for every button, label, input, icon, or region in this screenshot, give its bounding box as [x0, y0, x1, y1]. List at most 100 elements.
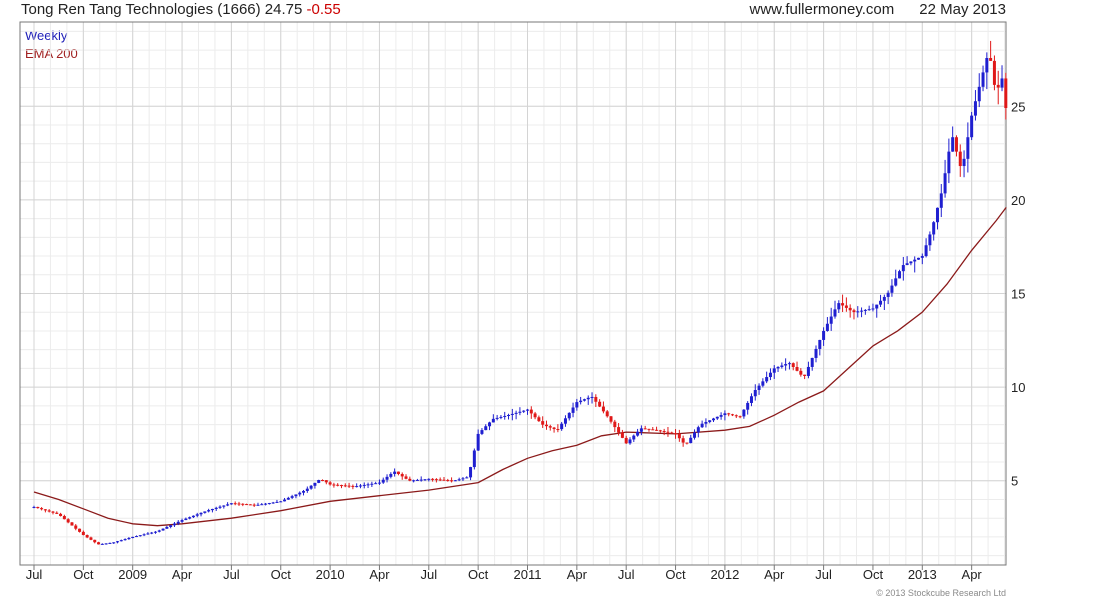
- weekly-candle-body: [996, 84, 1000, 88]
- weekly-candle-body: [533, 413, 537, 418]
- weekly-candle-body: [776, 366, 780, 369]
- weekly-candle-body: [837, 303, 841, 310]
- weekly-candle-body: [70, 522, 74, 526]
- weekly-candle-body: [74, 525, 78, 529]
- weekly-candle-body: [537, 417, 541, 422]
- weekly-candle-body: [522, 410, 526, 412]
- weekly-candle-body: [328, 482, 332, 485]
- weekly-candle-body: [647, 428, 651, 430]
- weekly-candle-body: [917, 257, 921, 260]
- weekly-candle-body: [708, 420, 712, 422]
- weekly-candle-body: [415, 479, 419, 481]
- weekly-candle-body: [685, 442, 689, 444]
- weekly-candle-body: [317, 480, 321, 483]
- weekly-candle-body: [746, 402, 750, 410]
- weekly-candle-body: [1000, 78, 1004, 88]
- weekly-candle-body: [712, 418, 716, 421]
- weekly-candle-body: [909, 261, 913, 264]
- weekly-candle-body: [962, 158, 966, 167]
- weekly-candle-body: [636, 431, 640, 436]
- weekly-candle-body: [499, 416, 503, 418]
- weekly-candle-body: [696, 427, 700, 433]
- weekly-candle-body: [658, 430, 662, 432]
- weekly-candle-body: [40, 508, 44, 510]
- weekly-candle-body: [321, 480, 325, 482]
- weekly-candle-body: [875, 304, 879, 309]
- weekly-candle-body: [370, 483, 374, 485]
- weekly-candle-body: [222, 505, 226, 507]
- weekly-candle-body: [43, 509, 47, 511]
- weekly-candle-body: [302, 490, 306, 493]
- weekly-candle-body: [905, 263, 909, 266]
- stock-chart: 5 10 15 20 25 Jul Oct 2009 Apr Jul Oct 2010 Apr Jul Oc…: [19, 21, 1025, 582]
- weekly-candle-body: [575, 402, 579, 408]
- x-tick-label: Jul: [618, 567, 635, 582]
- weekly-candle-body: [825, 323, 829, 331]
- weekly-candle-body: [958, 151, 962, 167]
- weekly-candle-body: [867, 309, 871, 311]
- weekly-candle-body: [199, 512, 203, 515]
- weekly-candle-body: [932, 222, 936, 235]
- weekly-candle-body: [446, 480, 450, 482]
- weekly-candle-body: [271, 502, 275, 504]
- weekly-candle-body: [195, 514, 199, 516]
- weekly-candle-body: [488, 422, 492, 427]
- weekly-candle-body: [332, 484, 336, 486]
- weekly-candle-body: [529, 409, 533, 414]
- x-tick-label: Jul: [26, 567, 43, 582]
- weekly-candle-body: [476, 433, 480, 451]
- weekly-candle-body: [465, 477, 469, 479]
- weekly-candle-body: [620, 432, 624, 438]
- weekly-candle-body: [165, 526, 169, 529]
- weekly-candle-body: [127, 537, 131, 540]
- x-tick-label: Apr: [567, 567, 588, 582]
- weekly-candle-body: [803, 374, 807, 376]
- weekly-candle-body: [396, 471, 400, 475]
- weekly-candle-body: [161, 528, 165, 531]
- weekly-candle-body: [180, 520, 184, 522]
- x-tick-label: Oct: [73, 567, 94, 582]
- weekly-candle-body: [260, 504, 264, 506]
- x-tick-label: Oct: [468, 567, 489, 582]
- weekly-candle-body: [169, 525, 173, 527]
- weekly-candle-body: [780, 365, 784, 367]
- weekly-candle-body: [450, 480, 454, 482]
- weekly-candle-body: [100, 543, 104, 545]
- weekly-candle-body: [279, 501, 283, 503]
- weekly-candle-body: [939, 193, 943, 208]
- weekly-candle-body: [563, 418, 567, 424]
- weekly-candle-body: [461, 478, 465, 480]
- weekly-candle-body: [761, 381, 765, 386]
- weekly-candle-body: [723, 413, 727, 416]
- weekly-candle-body: [693, 432, 697, 438]
- weekly-candle-body: [757, 385, 761, 391]
- weekly-candle-body: [309, 485, 313, 489]
- weekly-candle-body: [116, 541, 120, 543]
- weekly-candle-body: [670, 432, 674, 434]
- weekly-candle-body: [229, 503, 233, 505]
- weekly-candle-body: [768, 372, 772, 378]
- weekly-candle-body: [264, 503, 268, 505]
- weekly-candle-body: [844, 305, 848, 308]
- y-tick-label: 10: [1011, 380, 1025, 395]
- weekly-candle-body: [727, 413, 731, 415]
- weekly-candle-body: [423, 479, 427, 481]
- weekly-candle-body: [62, 516, 66, 520]
- weekly-candle-body: [935, 207, 939, 223]
- weekly-candle-body: [81, 531, 85, 536]
- weekly-candle-body: [419, 479, 423, 481]
- x-tick-label: Oct: [863, 567, 884, 582]
- weekly-candle-body: [248, 504, 252, 506]
- weekly-candle-body: [97, 542, 101, 545]
- x-tick-label: 2010: [316, 567, 345, 582]
- weekly-candle-body: [381, 479, 385, 483]
- weekly-candle-body: [833, 309, 837, 317]
- weekly-candle-body: [863, 309, 867, 311]
- weekly-candle-body: [256, 504, 260, 506]
- x-tick-label: Apr: [764, 567, 785, 582]
- weekly-candle-body: [651, 429, 655, 431]
- weekly-candle-body: [226, 504, 230, 506]
- weekly-candle-body: [267, 503, 271, 505]
- weekly-candle-body: [123, 539, 127, 541]
- weekly-candle-body: [689, 437, 693, 444]
